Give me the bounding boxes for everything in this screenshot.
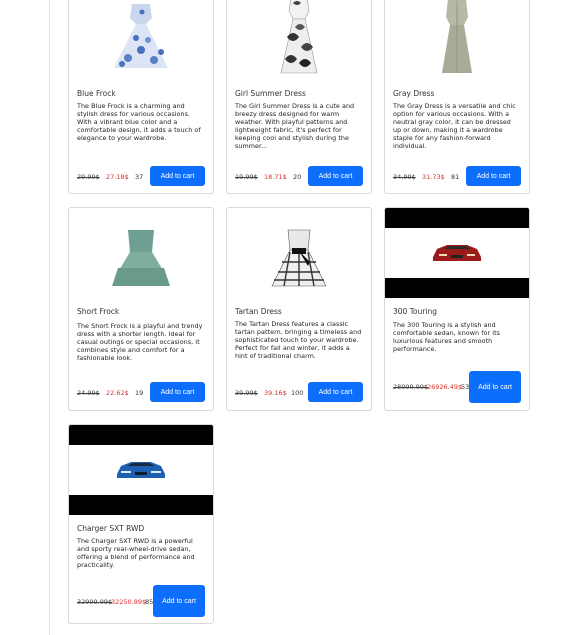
add-to-cart-button[interactable]: Add to cart xyxy=(308,382,363,402)
stock-count: 37 xyxy=(135,173,144,181)
product-card: Gray Dress The Gray Dress is a versatile… xyxy=(384,0,530,194)
stock-count: 81 xyxy=(451,173,460,181)
discounted-price: 26926.49$ xyxy=(427,383,463,391)
original-price: 19.99$ xyxy=(235,173,258,181)
product-title[interactable]: 300 Touring xyxy=(393,307,437,316)
product-card: Blue Frock The Blue Frock is a charming … xyxy=(68,0,214,194)
green-ruffle-dress-icon[interactable] xyxy=(69,212,213,302)
tartan-dress-icon[interactable] xyxy=(227,212,371,302)
discounted-price: 32250.89$ xyxy=(111,598,147,606)
product-description: The Girl Summer Dress is a cute and bree… xyxy=(235,102,355,150)
original-price: 32999.99$ xyxy=(77,598,113,606)
product-description: The Short Frock is a playful and trendy … xyxy=(77,322,203,362)
page-divider xyxy=(49,0,50,635)
product-title[interactable]: Short Frock xyxy=(77,307,119,316)
discounted-price: 27.18$ xyxy=(106,173,129,181)
product-title[interactable]: Charger SXT RWD xyxy=(77,524,144,533)
blue-sedan-icon[interactable] xyxy=(69,425,213,515)
original-price: 34.99$ xyxy=(393,173,416,181)
product-description: The Charger SXT RWD is a powerful and sp… xyxy=(77,537,195,569)
red-sedan-icon[interactable] xyxy=(385,208,529,298)
leaf-print-dress-icon[interactable] xyxy=(227,0,371,81)
discounted-price: 39.16$ xyxy=(264,389,287,397)
add-to-cart-button[interactable]: Add to cart xyxy=(150,166,205,186)
add-to-cart-button[interactable]: Add to cart xyxy=(469,371,521,403)
product-card: 300 Touring The 300 Touring is a stylish… xyxy=(384,207,530,411)
original-price: 28999.99$ xyxy=(393,383,429,391)
product-card: Girl Summer Dress The Girl Summer Dress … xyxy=(226,0,372,194)
add-to-cart-button[interactable]: Add to cart xyxy=(308,166,363,186)
blue-polka-dot-dress-icon[interactable] xyxy=(69,0,213,81)
original-price: 29.99$ xyxy=(77,173,100,181)
product-card: Charger SXT RWD The Charger SXT RWD is a… xyxy=(68,424,214,624)
stock-count: 100 xyxy=(291,389,304,397)
stock-count: 20 xyxy=(293,173,302,181)
original-price: 39.99$ xyxy=(235,389,258,397)
product-card: Short Frock The Short Frock is a playful… xyxy=(68,207,214,411)
discounted-price: 22.62$ xyxy=(106,389,129,397)
original-price: 24.99$ xyxy=(77,389,100,397)
gray-dress-icon[interactable] xyxy=(385,0,529,81)
product-title[interactable]: Gray Dress xyxy=(393,89,434,98)
product-title[interactable]: Blue Frock xyxy=(77,89,116,98)
add-to-cart-button[interactable]: Add to cart xyxy=(153,585,205,617)
product-description: The Gray Dress is a versatile and chic o… xyxy=(393,102,516,150)
stock-count: 19 xyxy=(135,389,144,397)
product-description: The Blue Frock is a charming and stylish… xyxy=(77,102,201,142)
product-title[interactable]: Girl Summer Dress xyxy=(235,89,306,98)
product-description: The 300 Touring is a stylish and comfort… xyxy=(393,321,500,353)
add-to-cart-button[interactable]: Add to cart xyxy=(150,382,205,402)
discounted-price: 18.71$ xyxy=(264,173,287,181)
product-card: Tartan Dress The Tartan Dress features a… xyxy=(226,207,372,411)
add-to-cart-button[interactable]: Add to cart xyxy=(466,166,521,186)
product-title[interactable]: Tartan Dress xyxy=(235,307,282,316)
discounted-price: 31.73$ xyxy=(422,173,445,181)
product-description: The Tartan Dress features a classic tart… xyxy=(235,320,362,360)
